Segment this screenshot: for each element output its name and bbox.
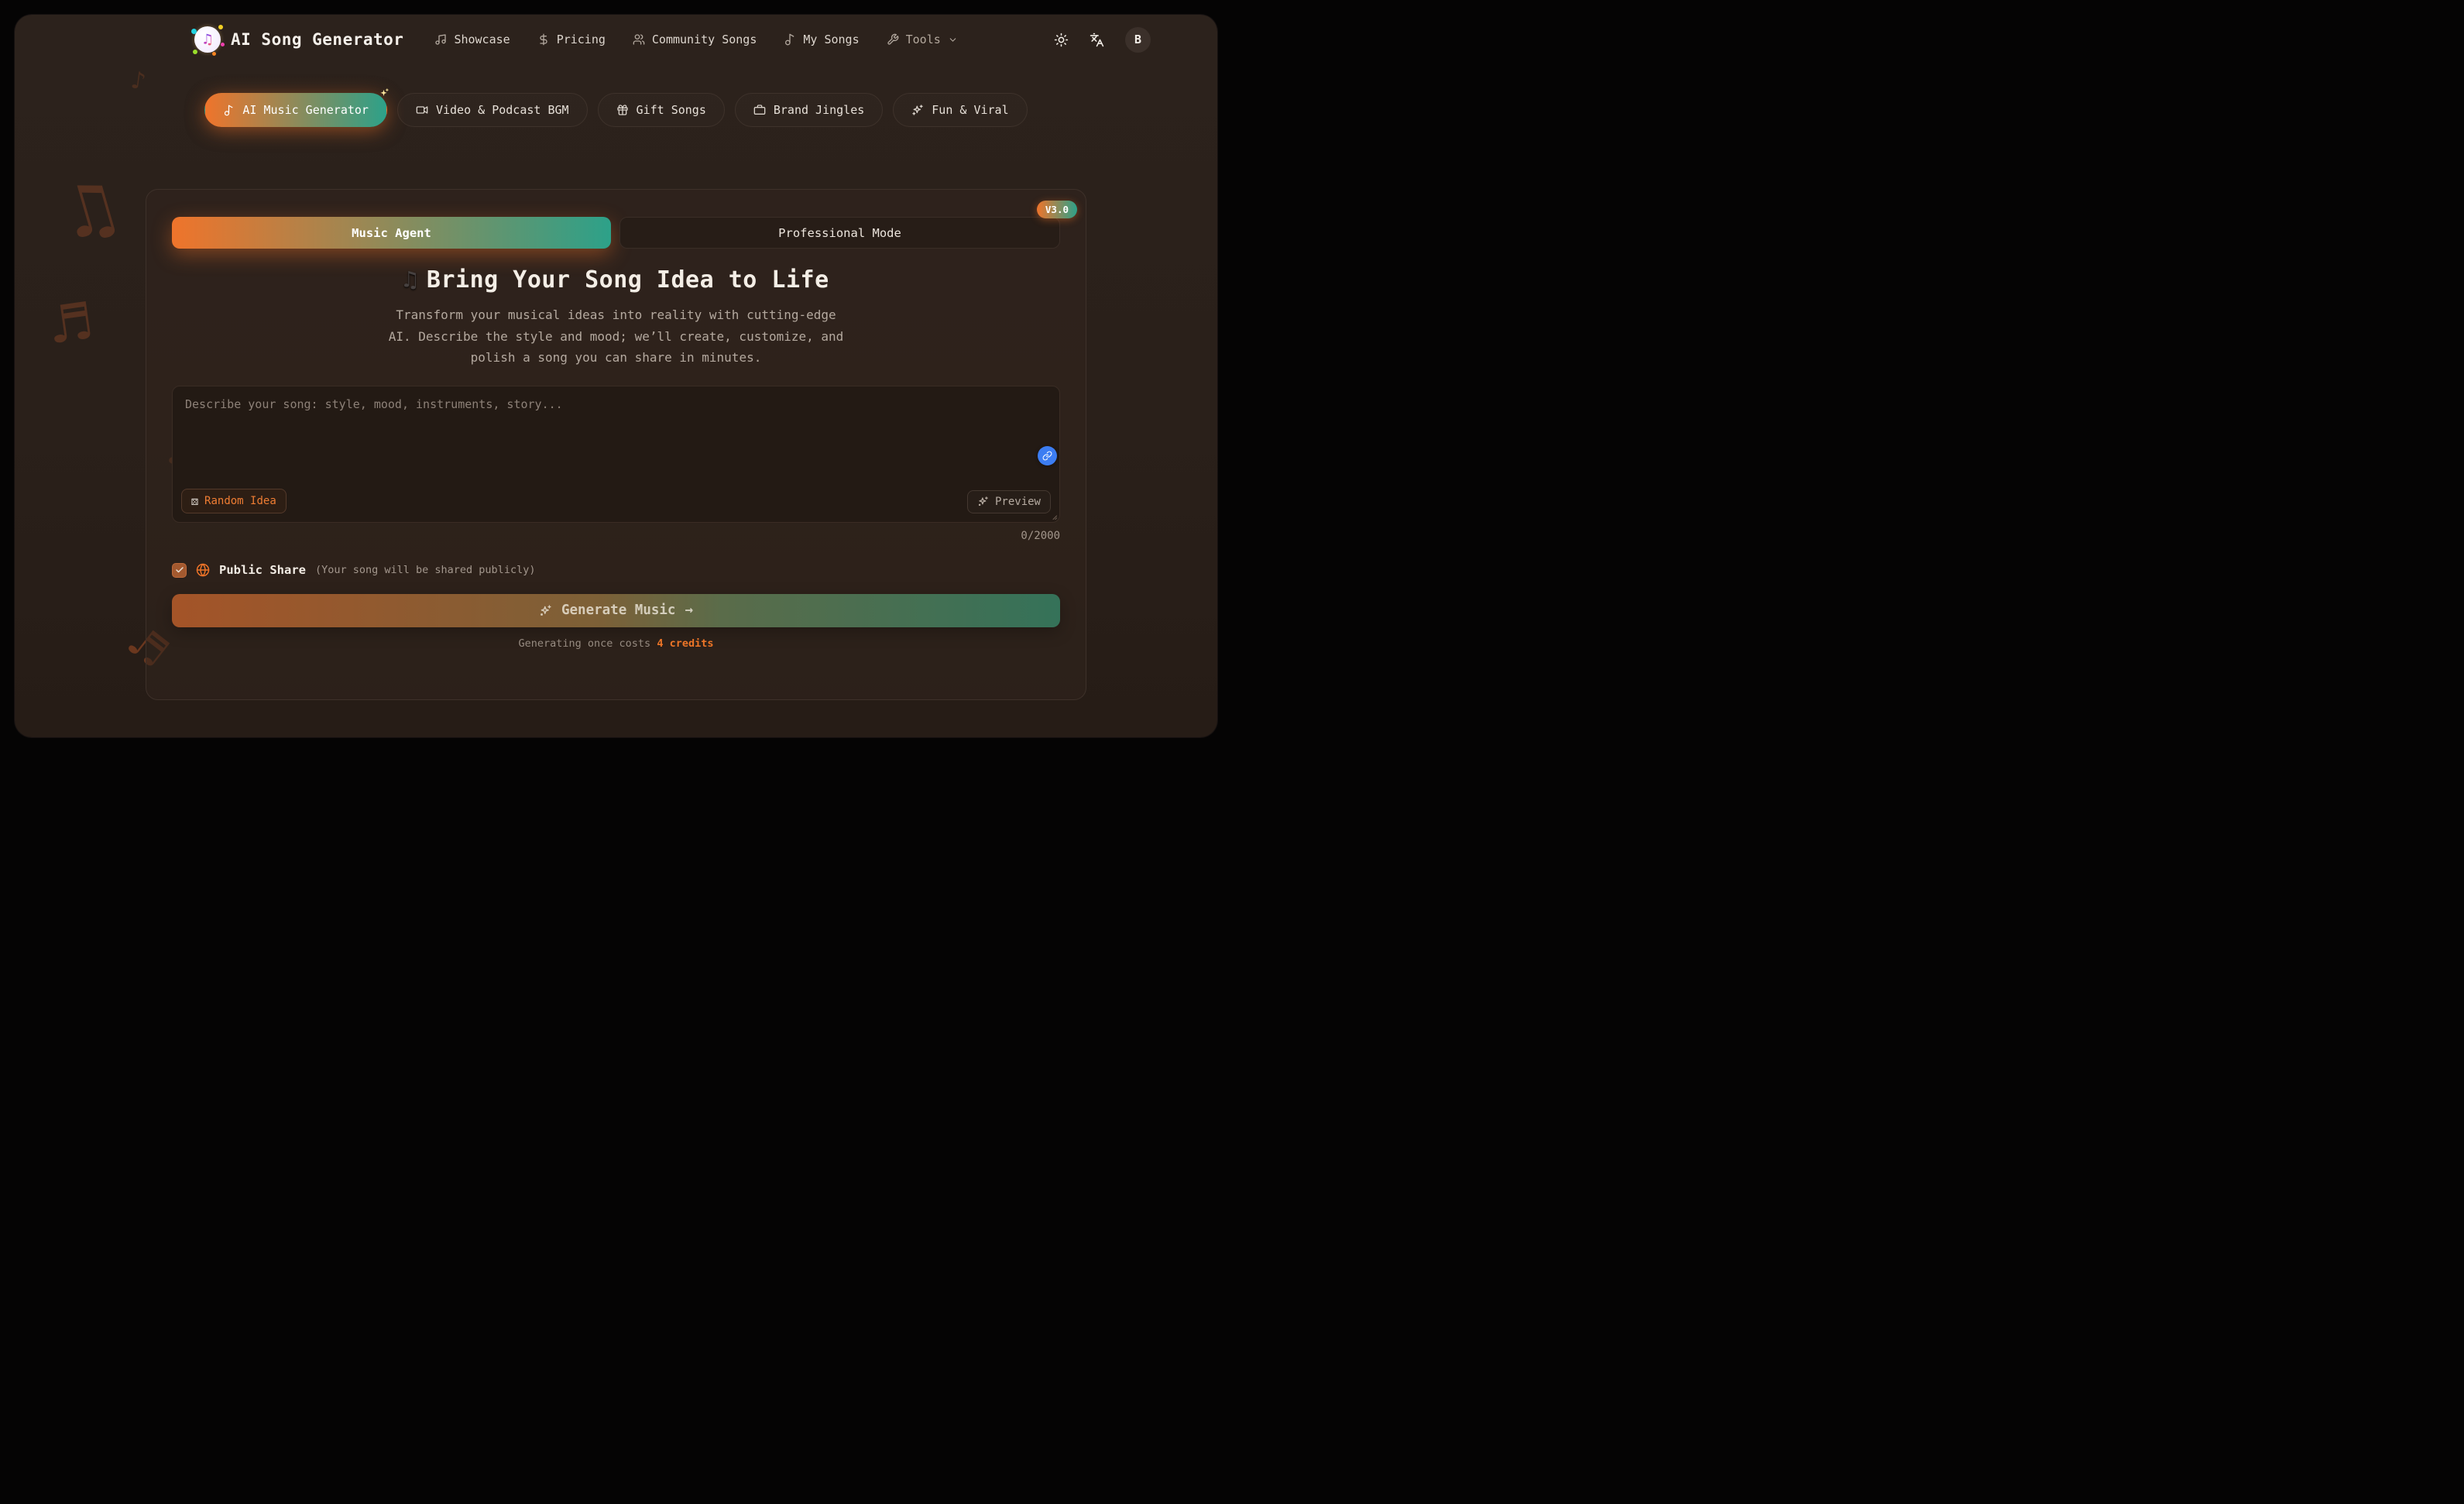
tab-ai-music-generator[interactable]: AI Music Generator [204,93,387,127]
nav-item-tools[interactable]: Tools [887,33,958,46]
music-note-decoration-icon: ♬ [47,285,94,362]
page-title: ♫Bring Your Song Idea to Life [146,266,1086,294]
app-title: AI Song Generator [231,30,403,49]
music-note-emoji-icon: ♫ [403,266,417,294]
user-avatar[interactable]: B [1125,27,1151,53]
link-widget-button[interactable] [1038,446,1057,465]
generate-label: Generate Music [561,603,676,618]
nav-item-showcase[interactable]: Showcase [434,33,510,46]
nav-label: Community Songs [652,33,757,46]
dice-icon: ⚄ [191,494,198,508]
nav-label: Showcase [454,33,510,46]
music-notes-icon [434,33,447,46]
sparkles-icon [977,496,989,507]
song-description-input[interactable] [172,386,1060,523]
theme-toggle-button[interactable] [1054,33,1069,47]
video-camera-icon [416,104,428,116]
wrench-icon [887,33,899,46]
tab-label: Fun & Viral [932,103,1008,117]
top-navigation-bar: ♫ AI Song Generator Showcase Pricing Com… [15,15,1217,64]
tab-music-agent[interactable]: Music Agent [172,217,611,249]
tab-label: Gift Songs [637,103,706,117]
dollar-icon [537,33,550,46]
random-idea-button[interactable]: ⚄ Random Idea [181,489,287,513]
music-note-icon [223,105,235,116]
music-note-decoration-icon: ♪ [129,65,147,96]
music-note-icon [784,33,796,46]
credits-highlight: 4 credits [657,637,713,650]
song-prompt-area: ⚄ Random Idea Preview [172,386,1060,523]
nav-item-community-songs[interactable]: Community Songs [633,33,757,46]
sun-icon [1054,33,1069,47]
nav-item-my-songs[interactable]: My Songs [784,33,859,46]
nav-item-pricing[interactable]: Pricing [537,33,606,46]
tab-label: AI Music Generator [242,103,369,117]
preview-label: Preview [995,496,1041,508]
gift-icon [616,104,629,116]
tab-fun-viral[interactable]: Fun & Viral [893,93,1027,127]
song-generator-card: V3.0 Music Agent Professional Mode ♫Brin… [146,189,1086,700]
version-badge: V3.0 [1037,201,1077,218]
link-icon [1042,451,1052,461]
sparkle-icon [378,88,390,99]
public-share-row: Public Share (Your song will be shared p… [172,563,1086,578]
credits-cost-note: Generating once costs 4 credits [146,637,1086,650]
brand[interactable]: ♫ AI Song Generator [194,26,403,53]
sparkles-icon [911,104,924,116]
languages-icon [1090,33,1104,47]
tab-label: Video & Podcast BGM [436,103,569,117]
music-note-decoration-icon: ♫ [57,162,123,258]
public-share-hint: (Your song will be shared publicly) [315,564,535,576]
tab-label: Brand Jingles [774,103,864,117]
tab-video-podcast-bgm[interactable]: Video & Podcast BGM [397,93,588,127]
category-tabs: AI Music Generator Video & Podcast BGM G… [15,93,1217,127]
header-actions: B [1054,27,1151,53]
generate-music-button[interactable]: Generate Music → [172,594,1060,627]
tab-brand-jingles[interactable]: Brand Jingles [735,93,883,127]
language-switch-button[interactable] [1090,33,1104,47]
public-share-label[interactable]: Public Share [219,563,306,577]
app-logo-icon: ♫ [194,26,221,53]
page-description: Transform your musical ideas into realit… [146,304,1086,369]
sparkles-icon [539,604,552,617]
tab-gift-songs[interactable]: Gift Songs [598,93,725,127]
nav-label: Pricing [557,33,606,46]
users-icon [633,33,645,46]
globe-icon [196,563,210,577]
main-nav: Showcase Pricing Community Songs My Song… [434,33,957,46]
checkmark-icon [175,565,184,575]
arrow-right-icon: → [685,603,693,618]
tab-professional-mode[interactable]: Professional Mode [619,217,1060,249]
mode-tabs: Music Agent Professional Mode [146,190,1086,249]
random-idea-label: Random Idea [204,495,276,507]
nav-label: Tools [906,33,941,46]
resize-handle-icon[interactable] [1049,512,1058,520]
briefcase-icon [753,104,766,116]
character-counter: 0/2000 [146,530,1060,542]
chevron-down-icon [948,35,958,45]
nav-label: My Songs [803,33,859,46]
app-page: ♫ ♬ ♫ ♬ ♪ ♫ AI Song Generator Showcase P… [15,15,1217,737]
public-share-checkbox[interactable] [172,563,187,578]
preview-button[interactable]: Preview [967,490,1051,513]
